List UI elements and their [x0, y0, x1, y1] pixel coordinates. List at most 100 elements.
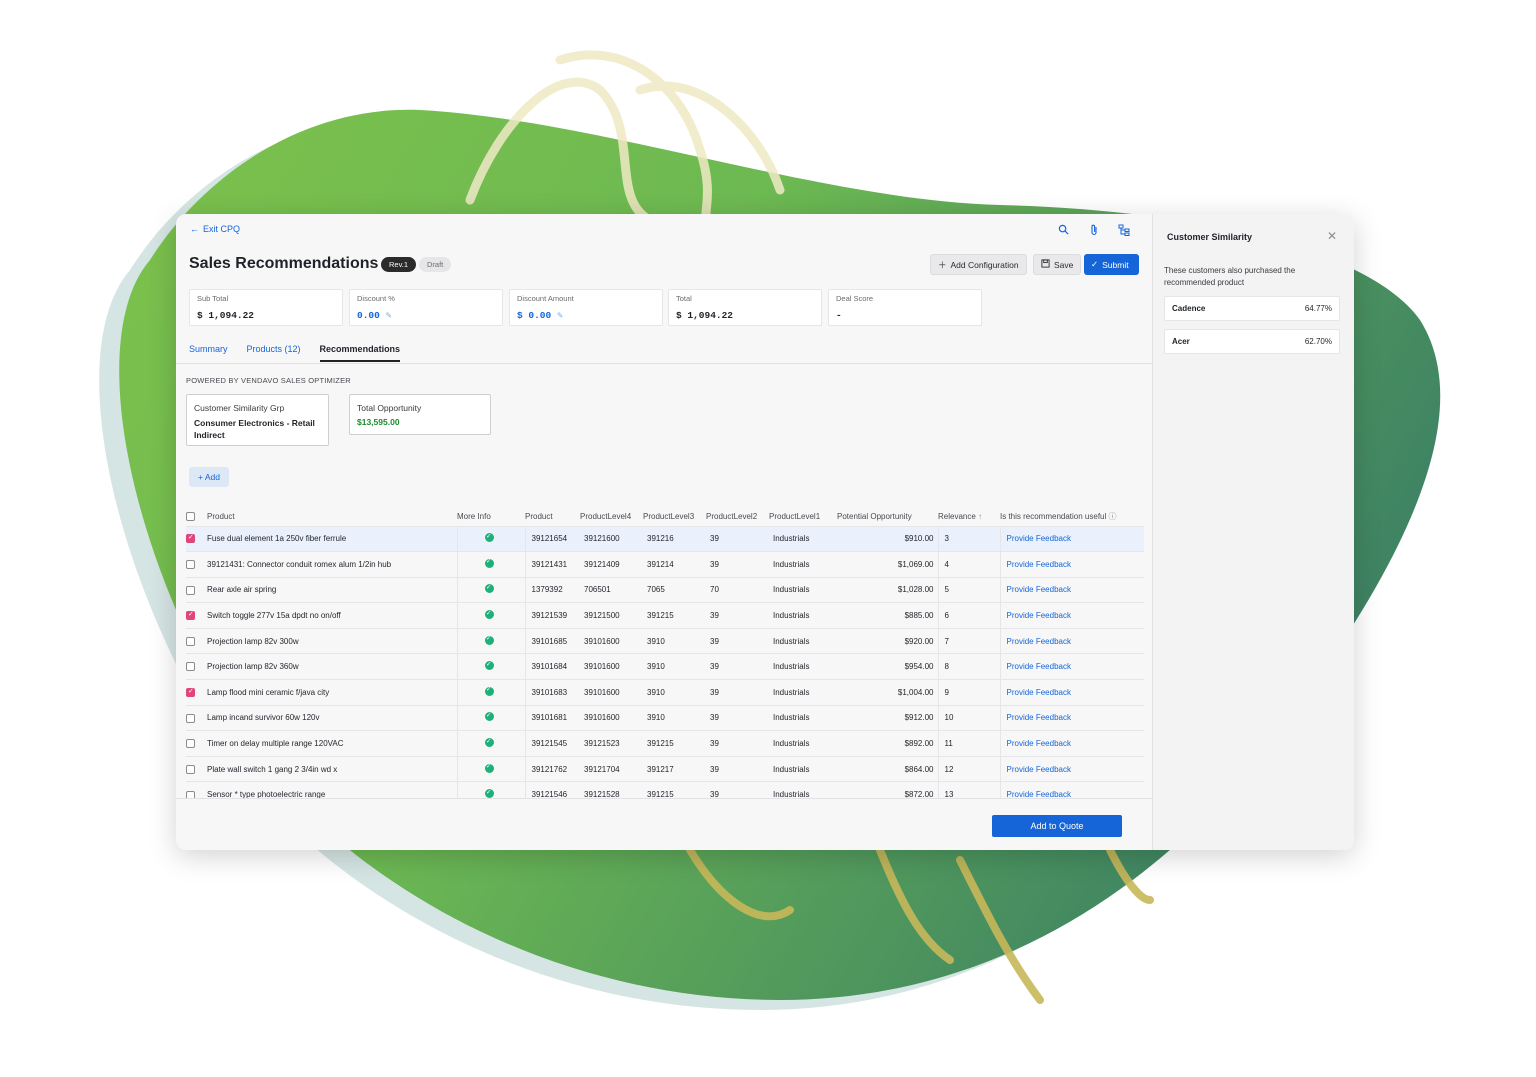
row-select-cell[interactable] [186, 704, 207, 731]
more-info-cell[interactable] [456, 704, 525, 731]
table-row[interactable]: Switch toggle 277v 15a dpdt no on/off 391… [186, 602, 1144, 629]
provide-feedback-link[interactable]: Provide Feedback [999, 602, 1144, 629]
provide-feedback-link[interactable]: Provide Feedback [999, 627, 1144, 654]
row-select-cell[interactable] [186, 730, 207, 757]
provide-feedback-link[interactable]: Provide Feedback [999, 653, 1144, 680]
row-select-cell[interactable] [186, 679, 207, 706]
table-row[interactable]: Fuse dual element 1a 250v fiber ferrule 3… [186, 525, 1144, 552]
discount-amount-card[interactable]: Discount Amount $ 0.00 ✎ [509, 289, 663, 326]
submit-button[interactable]: ✓ Submit [1084, 254, 1139, 275]
provide-feedback-link[interactable]: Provide Feedback [999, 730, 1144, 757]
header-product[interactable]: Product [525, 507, 580, 526]
table-row[interactable]: Timer on delay multiple range 120VAC 3912… [186, 730, 1144, 757]
table-row[interactable]: Projection lamp 82v 360w 3910168439101600… [186, 653, 1144, 680]
header-relevance[interactable]: Relevance [938, 512, 976, 521]
check-circle-icon[interactable] [484, 532, 494, 543]
row-checkbox[interactable] [186, 560, 195, 570]
add-configuration-label: Add Configuration [950, 259, 1019, 270]
row-checkbox[interactable] [186, 610, 195, 621]
product-id-cell: 1379392 [524, 576, 580, 603]
check-circle-icon[interactable] [484, 557, 494, 568]
row-checkbox[interactable] [186, 662, 195, 672]
header-potential-opportunity[interactable]: Potential Opportunity [837, 507, 938, 526]
table-row[interactable]: Projection lamp 82v 300w 3910168539101600… [186, 627, 1144, 654]
row-select-cell[interactable] [186, 755, 207, 782]
row-select-cell[interactable] [186, 653, 207, 680]
exit-cpq-link[interactable]: ← Exit CPQ [190, 224, 240, 234]
more-info-cell[interactable] [456, 576, 525, 603]
check-circle-icon[interactable] [484, 609, 494, 620]
table-row[interactable]: Lamp flood mini ceramic f/java city 39101… [186, 679, 1144, 706]
select-all-checkbox[interactable] [186, 511, 195, 521]
row-checkbox[interactable] [186, 533, 195, 544]
more-info-cell[interactable] [456, 551, 525, 578]
attachment-icon[interactable] [1089, 224, 1099, 239]
more-info-cell[interactable] [456, 627, 525, 654]
table-row[interactable]: Plate wall switch 1 gang 2 3/4in wd x391… [186, 755, 1144, 782]
row-checkbox[interactable] [186, 585, 195, 595]
row-select-cell[interactable] [186, 602, 207, 629]
tab-recommendations[interactable]: Recommendations [319, 344, 401, 362]
tree-view-icon[interactable] [1118, 224, 1130, 239]
relevance-cell: 6 [937, 602, 1000, 629]
provide-feedback-link[interactable]: Provide Feedback [999, 551, 1144, 578]
table-row[interactable]: Rear axle air spring 1379392706501706570I… [186, 576, 1144, 603]
product-name-cell: Fuse dual element 1a 250v fiber ferrule [207, 525, 457, 552]
add-button[interactable]: + Add [189, 467, 229, 487]
provide-feedback-link[interactable]: Provide Feedback [999, 576, 1144, 603]
more-info-cell[interactable] [456, 653, 525, 680]
check-circle-icon[interactable] [484, 711, 494, 722]
row-select-cell[interactable] [186, 576, 207, 603]
row-select-cell[interactable] [186, 525, 207, 552]
more-info-cell[interactable] [456, 755, 525, 782]
check-circle-icon[interactable] [484, 685, 494, 696]
row-select-cell[interactable] [186, 627, 207, 654]
more-info-cell[interactable] [456, 525, 525, 552]
search-icon[interactable] [1058, 224, 1069, 238]
check-circle-icon[interactable] [484, 762, 494, 773]
save-button[interactable]: Save [1033, 254, 1082, 275]
pencil-icon[interactable]: ✎ [557, 310, 563, 321]
provide-feedback-link[interactable]: Provide Feedback [999, 704, 1144, 731]
check-circle-icon[interactable] [484, 660, 494, 671]
sort-arrow-icon[interactable]: ↑ [978, 512, 982, 521]
deal-score-value: - [836, 310, 842, 321]
header-product-level3[interactable]: ProductLevel3 [643, 507, 706, 526]
header-more-info[interactable]: More Info [457, 507, 525, 526]
row-checkbox[interactable] [186, 687, 195, 698]
product-level1-cell: Industrials [769, 653, 837, 680]
discount-amount-value[interactable]: $ 0.00 ✎ [517, 310, 655, 321]
check-circle-icon[interactable] [484, 634, 494, 645]
row-checkbox[interactable] [186, 739, 195, 749]
select-all-cell[interactable] [186, 507, 207, 526]
more-info-cell[interactable] [456, 679, 525, 706]
check-circle-icon[interactable] [484, 737, 494, 748]
more-info-cell[interactable] [456, 602, 525, 629]
provide-feedback-link[interactable]: Provide Feedback [999, 525, 1144, 552]
discount-percent-card[interactable]: Discount % 0.00 ✎ [349, 289, 503, 326]
header-product-name[interactable]: Product [207, 507, 457, 526]
check-circle-icon[interactable] [484, 583, 494, 594]
more-info-cell[interactable] [456, 730, 525, 757]
add-to-quote-button[interactable]: Add to Quote [992, 815, 1122, 837]
tab-summary[interactable]: Summary [189, 344, 228, 362]
add-configuration-button[interactable]: ＋ Add Configuration [930, 254, 1027, 275]
info-icon[interactable]: ⓘ [1109, 512, 1117, 521]
pencil-icon[interactable]: ✎ [386, 310, 392, 321]
table-row[interactable]: 39121431: Connector conduit romex alum 1… [186, 551, 1144, 578]
tab-products[interactable]: Products (12) [247, 344, 301, 362]
header-product-level4[interactable]: ProductLevel4 [580, 507, 643, 526]
table-row[interactable]: Lamp incand survivor 60w 120v39101681391… [186, 704, 1144, 731]
header-product-level2[interactable]: ProductLevel2 [706, 507, 769, 526]
row-checkbox[interactable] [186, 636, 195, 646]
discount-percent-value[interactable]: 0.00 ✎ [357, 310, 495, 321]
close-icon[interactable]: ✕ [1327, 229, 1337, 243]
header-relevance-cell[interactable]: Relevance ↑ [938, 507, 1000, 526]
recommendations-table: Product More Info Product ProductLevel4 … [186, 507, 1144, 808]
row-select-cell[interactable] [186, 551, 207, 578]
row-checkbox[interactable] [186, 764, 195, 774]
provide-feedback-link[interactable]: Provide Feedback [999, 679, 1144, 706]
provide-feedback-link[interactable]: Provide Feedback [999, 755, 1144, 782]
header-product-level1[interactable]: ProductLevel1 [769, 507, 837, 526]
row-checkbox[interactable] [186, 713, 195, 723]
